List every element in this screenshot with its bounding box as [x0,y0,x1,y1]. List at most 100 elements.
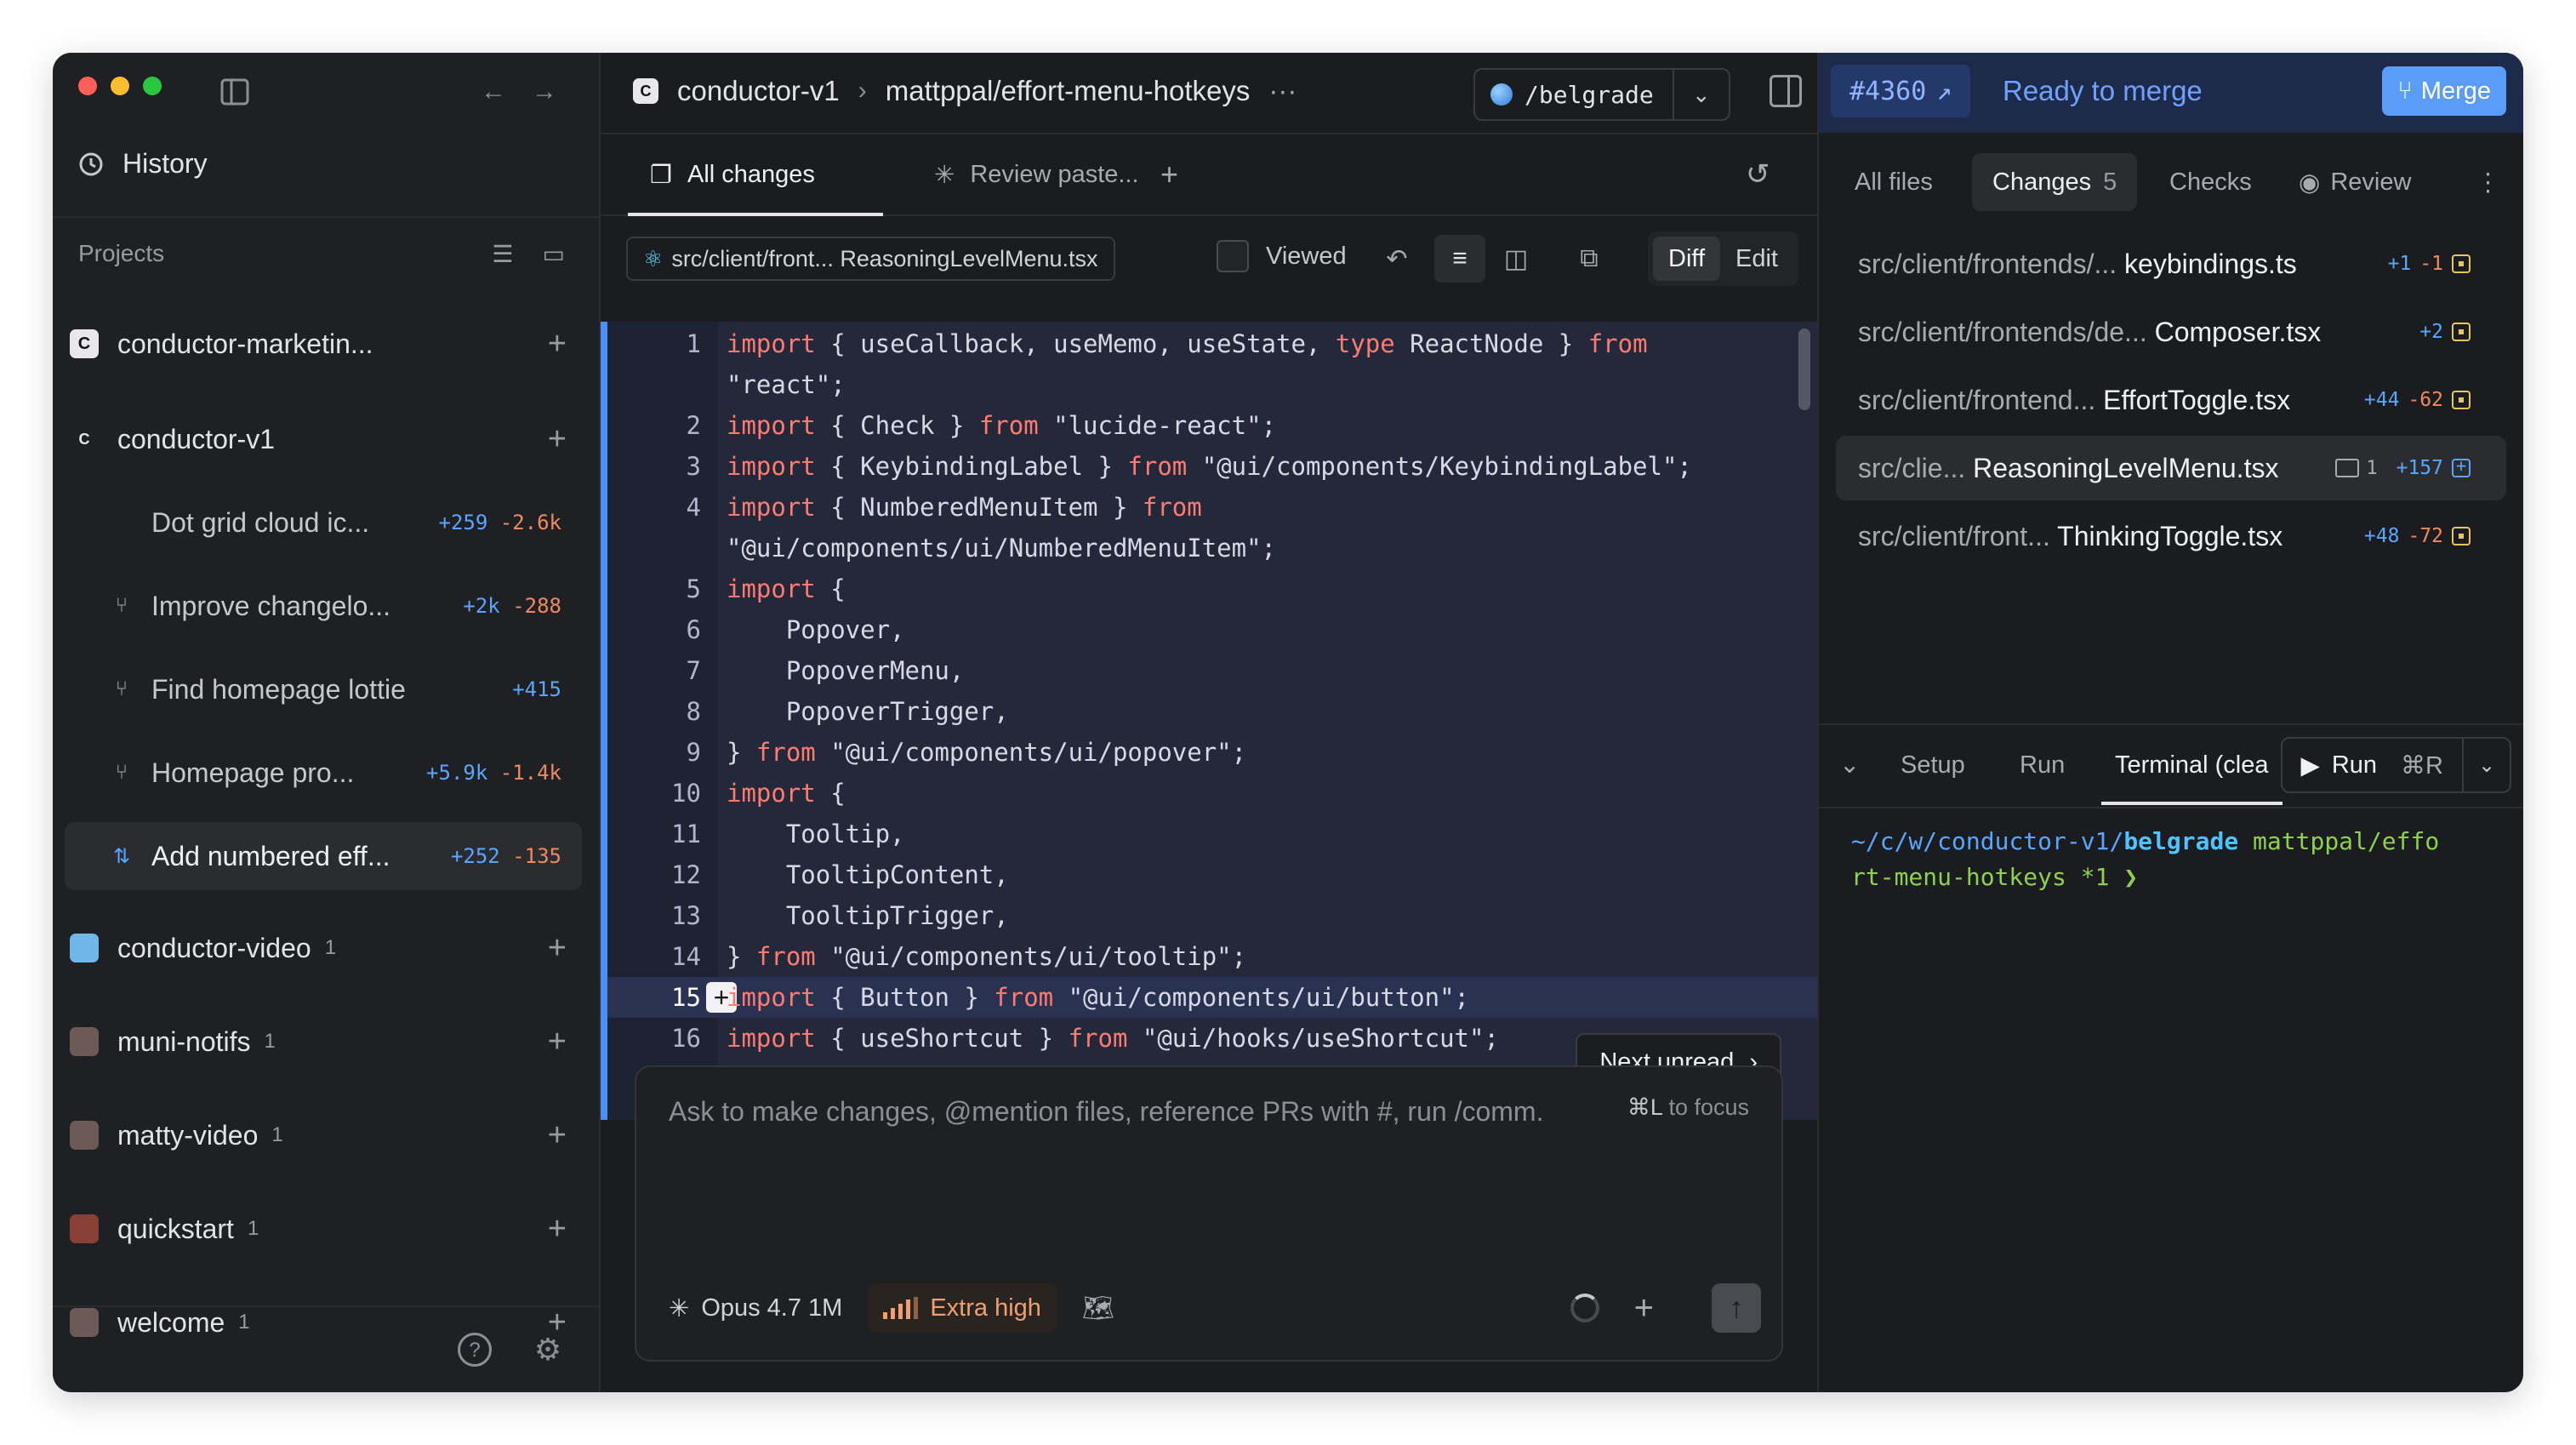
code-line[interactable]: 8 PopoverTrigger, [607,691,1817,732]
workspace-item-active[interactable]: ⇅ Add numbered eff... +252 -135 [65,822,582,890]
tab-terminal[interactable]: Terminal (clea [2101,725,2282,805]
project-muni-notifs[interactable]: muni-notifs 1 + [65,1008,582,1076]
more-options-button[interactable]: ··· [1268,75,1297,107]
code-line[interactable]: 1 import { useCallback, useMemo, useState… [607,323,1817,364]
changed-file-row[interactable]: src/clie... ReasoningLevelMenu.tsx 1 +157 [1836,436,2506,500]
add-workspace-button[interactable]: + [548,421,567,458]
tab-changes[interactable]: Changes 5 [1972,153,2138,211]
attach-plus-icon[interactable]: + [1634,1289,1654,1328]
changed-file-row[interactable]: src/client/front... ThinkingToggle.tsx +4… [1836,504,2506,568]
run-button[interactable]: ▶ Run ⌘R [2282,739,2464,791]
code-line[interactable]: 7 PopoverMenu, [607,650,1817,691]
code-line[interactable]: 14} from "@ui/components/ui/tooltip"; [607,936,1817,977]
changed-file-row[interactable]: src/client/frontend... EffortToggle.tsx +… [1836,368,2506,432]
add-workspace-button[interactable]: + [548,930,567,967]
tab-review[interactable]: ◉ Review [2299,153,2411,211]
effort-selector[interactable]: Extra high [868,1283,1057,1333]
file-path-chip[interactable]: ⚛ src/client/front... ReasoningLevelMenu… [626,237,1115,281]
copy-icon[interactable]: ⧉ [1564,235,1615,283]
history-icon[interactable]: ↺ [1746,134,1770,214]
workspace-item[interactable]: ⑂ Improve changelo... +2k -288 [65,572,582,640]
code-line[interactable]: "@ui/components/ui/NumberedMenuItem"; [607,528,1817,568]
plan-map-icon[interactable]: 🗺 [1082,1294,1114,1323]
code-keyword: type [1335,329,1395,358]
project-count: 1 [264,1030,276,1053]
tab-run[interactable]: Run [2020,725,2065,805]
breadcrumb-branch[interactable]: mattppal/effort-menu-hotkeys [886,75,1251,107]
tab-all-files[interactable]: All files [1855,153,1933,211]
unified-view-icon[interactable]: ≡ [1434,235,1485,283]
sidebar-toggle-icon[interactable] [219,77,250,107]
composer-input[interactable]: Ask to make changes, @mention files, ref… [669,1096,1543,1128]
changed-file-row[interactable]: src/client/frontends/... keybindings.ts +… [1836,231,2506,296]
pr-number-link[interactable]: #4360 ↗ [1831,65,1971,117]
project-conductor-v1[interactable]: C conductor-v1 + [65,405,582,473]
project-logo-icon: C [70,425,99,454]
code-view[interactable]: 1 import { useCallback, useMemo, useState… [601,322,1817,1120]
workspace-item[interactable]: Dot grid cloud ic... +259 -2.6k [65,488,582,557]
workspace-item[interactable]: ⑂ Find homepage lottie +415 [65,655,582,723]
viewed-checkbox[interactable]: Viewed [1217,240,1347,272]
project-conductor-marketing[interactable]: C conductor-marketin... + [65,310,582,378]
back-arrow-icon[interactable]: ← [478,77,509,107]
chevron-down-icon[interactable]: ⌄ [2464,753,2510,778]
add-workspace-button[interactable]: + [548,1024,567,1060]
filter-icon[interactable]: ☰ [492,240,513,268]
project-matty-video[interactable]: matty-video 1 + [65,1101,582,1169]
workspace-item[interactable]: ⑂ Homepage pro... +5.9k -1.4k [65,739,582,807]
chevron-down-icon[interactable]: ⌄ [1674,82,1729,108]
send-arrow-icon[interactable]: ↑ [1712,1283,1761,1333]
code-line[interactable]: "react"; [607,364,1817,405]
code-line[interactable]: 13 TooltipTrigger, [607,895,1817,936]
settings-gear-icon[interactable]: ⚙ [531,1333,565,1367]
project-conductor-video[interactable]: conductor-video 1 + [65,914,582,982]
run-split-button[interactable]: ▶ Run ⌘R ⌄ [2280,737,2511,793]
add-workspace-button[interactable]: + [548,1211,567,1248]
undo-icon[interactable]: ↶ [1371,235,1422,283]
tab-all-changes[interactable]: ❐ All changes [628,134,883,216]
merge-button[interactable]: ⑂ Merge [2382,66,2506,116]
add-workspace-button[interactable]: + [548,326,567,363]
new-folder-icon[interactable]: ▭ [543,240,565,268]
right-panel-toggle-icon[interactable] [1770,75,1802,107]
minimize-window-button[interactable] [111,77,129,95]
code-line[interactable]: 15 + import { Button } from "@ui/component… [607,977,1817,1018]
edit-mode-button[interactable]: Edit [1720,237,1793,281]
new-tab-button[interactable]: + [1160,134,1178,214]
help-icon[interactable]: ? [458,1333,492,1367]
code-line[interactable]: 4 import { NumberedMenuItem } from [607,487,1817,528]
open-workspace-button[interactable]: /belgrade [1475,70,1674,119]
code-line[interactable]: 11 Tooltip, [607,814,1817,854]
tab-review-paste[interactable]: ✳ Review paste... [934,134,1139,214]
code-keyword: from [1587,329,1648,358]
workspace-selector[interactable]: /belgrade ⌄ [1473,68,1730,121]
terminal-output[interactable]: ~/c/w/conductor-v1/belgrade mattppal/eff… [1851,824,2498,895]
split-view-icon[interactable]: ◫ [1490,235,1542,283]
code-line[interactable]: 12 TooltipContent, [607,854,1817,895]
forward-arrow-icon[interactable]: → [529,77,560,107]
tab-checks[interactable]: Checks [2169,153,2252,211]
project-quickstart[interactable]: quickstart 1 + [65,1195,582,1263]
code-line[interactable]: 10 import { [607,773,1817,814]
project-name: quickstart [117,1213,234,1244]
model-selector[interactable]: ✳ Opus 4.7 1M [669,1294,842,1323]
collapse-chevron-icon[interactable]: ⌄ [1839,725,1860,805]
code-line[interactable]: 6 Popover, [607,609,1817,650]
code-line[interactable]: 2 import { Check } from "lucide-react"; [607,405,1817,446]
more-vertical-icon[interactable]: ⋮ [2476,153,2500,211]
code-line[interactable]: 9} from "@ui/components/ui/popover"; [607,732,1817,773]
zoom-window-button[interactable] [143,77,162,95]
changed-file-row[interactable]: src/client/frontends/de... Composer.tsx +… [1836,300,2506,364]
checkbox[interactable] [1217,240,1249,272]
add-workspace-button[interactable]: + [548,1117,567,1154]
tab-setup[interactable]: Setup [1901,725,1965,805]
chat-composer[interactable]: Ask to make changes, @mention files, ref… [635,1065,1783,1362]
breadcrumb-repo[interactable]: conductor-v1 [677,75,840,107]
merge-icon: ⑂ [2397,77,2413,105]
code-line[interactable]: 5 import { [607,568,1817,609]
history-link[interactable]: History [78,148,208,180]
code-line[interactable]: 3 import { KeybindingLabel } from "@ui/co… [607,446,1817,487]
diff-mode-button[interactable]: Diff [1653,237,1721,281]
close-window-button[interactable] [78,77,97,95]
code-token: } [727,942,756,971]
